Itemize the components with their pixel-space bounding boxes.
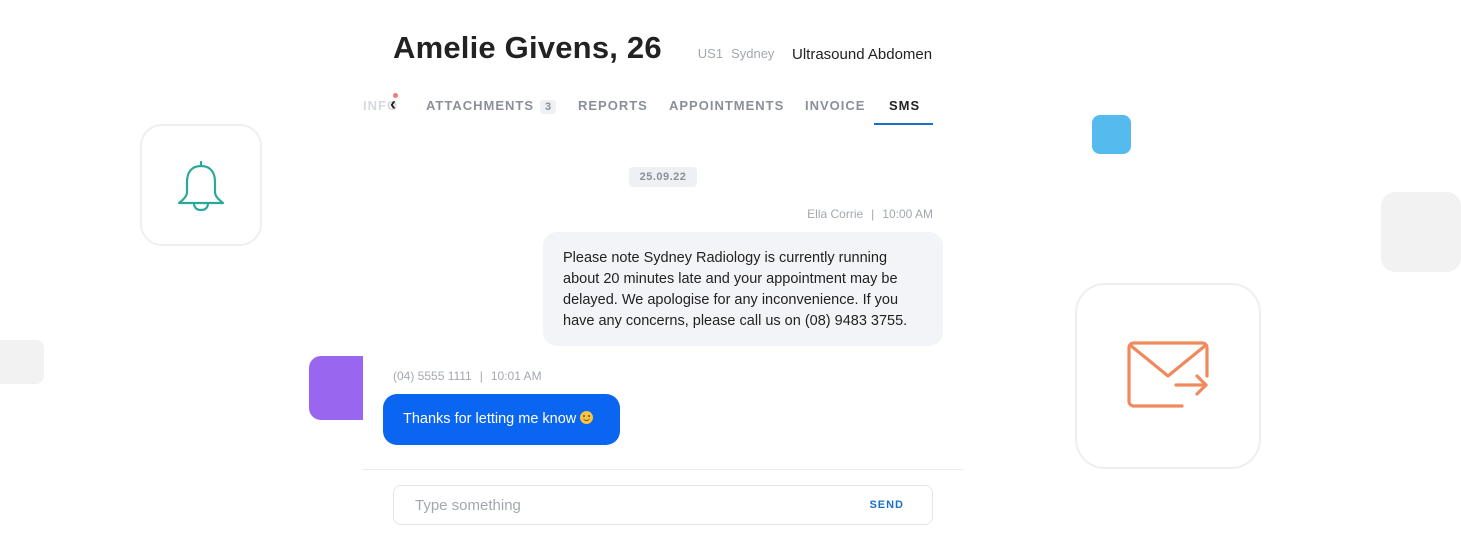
attachments-count-badge: 3 — [540, 100, 557, 114]
active-tab-indicator — [874, 123, 933, 125]
sms-panel: Amelie Givens, 26 US1 Sydney Ultrasound A… — [363, 0, 963, 540]
date-separator: 25.09.22 — [629, 167, 697, 187]
incoming-message-meta: (04) 5555 1111 | 10:01 AM — [393, 369, 542, 383]
site-label: Sydney — [731, 46, 775, 61]
incoming-message-text: Thanks for letting me know — [403, 411, 577, 427]
notification-dot — [393, 93, 398, 98]
smile-emoji-icon — [580, 411, 594, 424]
purple-decor-tile — [309, 356, 363, 420]
mail-send-icon — [1127, 341, 1209, 408]
tab-attachments[interactable]: ATTACHMENTS 3 — [426, 98, 557, 114]
outgoing-message-bubble: Please note Sydney Radiology is currentl… — [543, 232, 943, 346]
patient-header: Amelie Givens, 26 US1 Sydney — [393, 30, 774, 66]
grey-decor-tile — [1381, 192, 1461, 272]
message-time: 10:01 AM — [490, 369, 542, 383]
message-input[interactable] — [413, 495, 870, 515]
grey-decor-tile — [0, 340, 44, 384]
message-sender: Ella Corrie — [807, 207, 864, 221]
bell-icon — [177, 160, 225, 212]
outgoing-message-meta: Ella Corrie | 10:00 AM — [807, 207, 933, 221]
bell-tile — [140, 124, 262, 246]
tab-attachments-label: ATTACHMENTS — [426, 98, 535, 113]
mail-tile — [1075, 283, 1261, 469]
message-time: 10:00 AM — [882, 207, 933, 221]
exam-type: Ultrasound Abdomen — [792, 46, 933, 63]
room-label: US1 — [697, 46, 724, 61]
send-button[interactable]: SEND — [869, 499, 904, 511]
blue-decor-tile — [1092, 115, 1131, 154]
message-composer: SEND — [393, 485, 933, 525]
tab-sms[interactable]: SMS — [889, 98, 920, 113]
incoming-message-bubble: Thanks for letting me know — [383, 394, 620, 445]
patient-name: Amelie Givens, 26 — [393, 30, 662, 65]
tab-invoice[interactable]: INVOICE — [805, 98, 865, 113]
message-sender: (04) 5555 1111 — [393, 369, 472, 383]
tab-reports[interactable]: REPORTS — [578, 98, 648, 113]
tab-bar: INFO ‹ ATTACHMENTS 3 REPORTS APPOINTMENTS… — [363, 88, 963, 126]
patient-location: US1 Sydney — [698, 46, 775, 61]
tab-appointments[interactable]: APPOINTMENTS — [669, 98, 784, 113]
composer-divider — [363, 469, 963, 470]
